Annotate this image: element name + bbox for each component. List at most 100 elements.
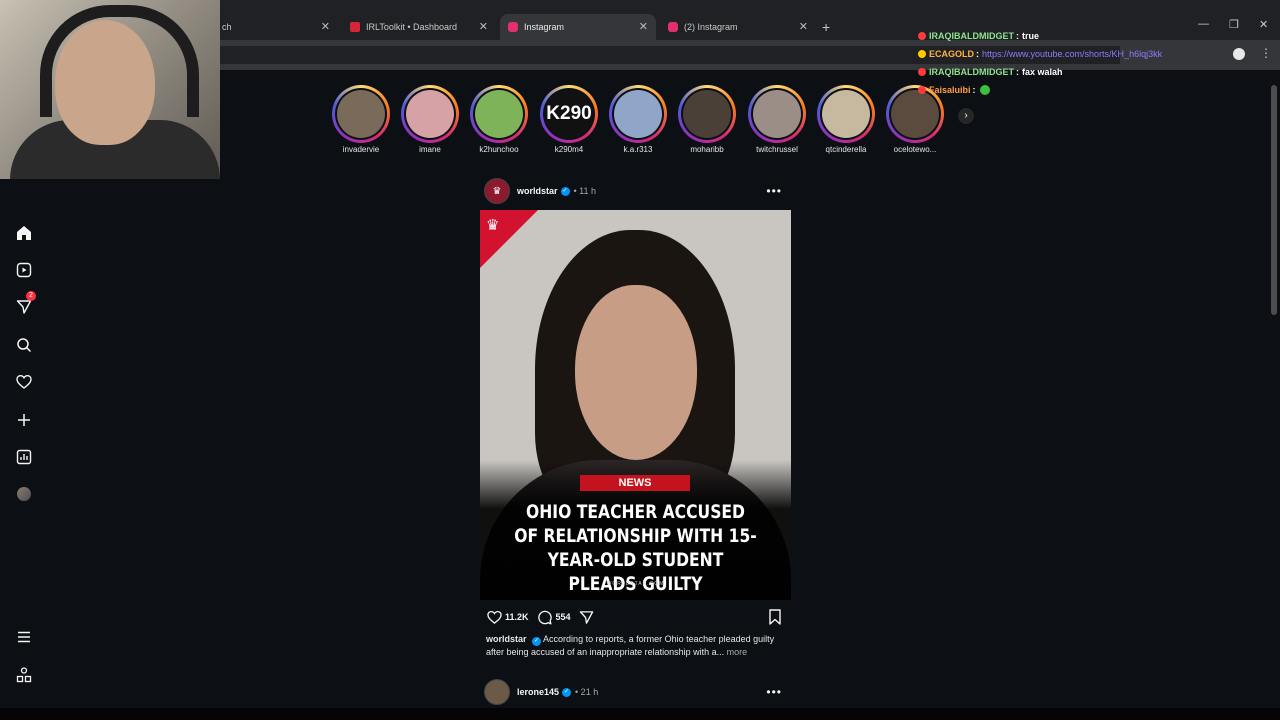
chat-line: IRAQIBALDMIDGET : true — [918, 27, 1268, 45]
story-username: invadervie — [342, 145, 380, 154]
post-username[interactable]: worldstar — [517, 186, 558, 196]
story-avatar: K290 — [545, 90, 593, 138]
post-time: • 11 h — [573, 186, 597, 196]
story-avatar — [683, 90, 731, 138]
send-icon[interactable]: 2 — [14, 291, 36, 317]
chat-sep: : — [1016, 31, 1019, 41]
story-item[interactable]: k.a.r313 — [607, 85, 669, 154]
news-tag: NEWS — [580, 475, 690, 491]
chat-message: fax walah — [1022, 67, 1063, 77]
close-icon[interactable]: ✕ — [321, 20, 330, 33]
search-icon[interactable] — [14, 335, 34, 355]
tab-instagram[interactable]: Instagram ✕ — [500, 14, 656, 40]
avatar[interactable]: ♛ — [484, 178, 510, 204]
more-link[interactable]: more — [727, 647, 748, 657]
chat-badge-icon — [918, 86, 926, 94]
instagram-favicon-icon — [508, 22, 518, 32]
chat-line: IRAQIBALDMIDGET : fax walah — [918, 63, 1268, 81]
tab-title: ch — [222, 22, 232, 32]
chat-emote-icon — [979, 85, 990, 95]
story-avatar — [822, 90, 870, 138]
chat-badge-icon — [918, 68, 926, 76]
story-avatar — [337, 90, 385, 138]
taskbar-edge — [0, 708, 1280, 720]
post-image[interactable]: ♛ NEWS OHIO TEACHER ACCUSED OF RELATIONS… — [480, 210, 791, 600]
post-caption: worldstar ✓ According to reports, a form… — [486, 633, 786, 658]
menu-icon[interactable] — [14, 627, 34, 647]
comment-count: 554 — [555, 612, 571, 622]
verified-badge-icon: ✓ — [560, 186, 570, 196]
heart-icon[interactable] — [14, 372, 34, 392]
story-item[interactable]: qtcinderella — [815, 85, 877, 154]
page-scrollbar[interactable] — [1270, 80, 1278, 710]
chat-link: https://www.youtube.com/shorts/KH_h6lqj3… — [982, 49, 1163, 59]
caption-username[interactable]: worldstar — [486, 634, 527, 644]
tab-irltoolkit[interactable]: IRLToolkit • Dashboard ✕ — [342, 14, 496, 40]
new-tab-button[interactable]: + — [822, 14, 838, 40]
headphones — [40, 5, 199, 117]
home-icon[interactable] — [14, 223, 34, 243]
apps-icon[interactable] — [14, 665, 34, 685]
verified-badge-icon: ✓ — [562, 687, 572, 697]
stories-next-button[interactable]: › — [958, 108, 974, 124]
chat-user: ECAGOLD — [929, 49, 974, 59]
story-username: k.a.r313 — [623, 145, 653, 154]
close-icon[interactable]: ✕ — [799, 20, 808, 33]
like-icon[interactable] — [486, 609, 502, 625]
story-avatar — [614, 90, 662, 138]
profile-avatar[interactable] — [14, 484, 34, 504]
avatar[interactable] — [484, 679, 510, 705]
more-options-icon[interactable]: ••• — [766, 685, 782, 699]
chat-user: IRAQIBALDMIDGET — [929, 67, 1014, 77]
story-username: ocelotewo... — [893, 145, 937, 154]
close-icon[interactable]: ✕ — [639, 20, 648, 33]
story-item[interactable]: k2hunchoo — [468, 85, 530, 154]
post-actions: 11.2K 554 — [486, 608, 786, 626]
plus-icon: + — [822, 19, 831, 35]
post-header: ♛ worldstar ✓ • 11 h ••• — [484, 178, 790, 204]
tab-twitch[interactable]: ch ✕ — [220, 14, 338, 40]
more-options-icon[interactable]: ••• — [766, 184, 782, 198]
story-item[interactable]: K290 k290m4 — [538, 85, 600, 154]
story-item[interactable]: moharibb — [676, 85, 738, 154]
story-username: k2hunchoo — [479, 145, 519, 154]
chat-user: Faisaluibi — [929, 85, 971, 95]
close-icon[interactable]: ✕ — [479, 20, 488, 33]
notification-badge: 2 — [26, 291, 36, 301]
chat-message: true — [1022, 31, 1040, 41]
story-avatar — [753, 90, 801, 138]
story-item[interactable]: twitchrussel — [746, 85, 808, 154]
story-username: k290m4 — [554, 145, 584, 154]
watermark: WORLDSTAR.COM — [606, 581, 665, 587]
story-item[interactable]: invadervie — [330, 85, 392, 154]
comment-icon[interactable] — [537, 609, 553, 625]
plus-icon[interactable] — [14, 410, 34, 430]
chat-badge-icon — [918, 50, 926, 58]
tab-title: IRLToolkit • Dashboard — [366, 22, 458, 32]
like-count: 11.2K — [505, 612, 529, 622]
crown-icon: ♛ — [486, 217, 500, 234]
post-time: • 21 h — [575, 687, 599, 697]
chat-badge-icon — [918, 32, 926, 40]
chat-line: Faisaluibi : — [918, 81, 1268, 99]
tab-instagram-2[interactable]: (2) Instagram ✕ — [660, 14, 816, 40]
webcam-overlay — [0, 0, 220, 179]
chat-line: ECAGOLD : https://www.youtube.com/shorts… — [918, 45, 1268, 63]
story-username: twitchrussel — [756, 145, 798, 154]
instagram-sidebar: 2 — [0, 215, 48, 720]
share-icon[interactable] — [579, 609, 595, 625]
chat-user: IRAQIBALDMIDGET — [929, 31, 1014, 41]
tab-title: Instagram — [524, 22, 565, 32]
verified-badge-icon: ✓ — [532, 637, 542, 646]
chat-sep: : — [972, 85, 976, 95]
reels-icon[interactable] — [14, 260, 34, 280]
scrollbar-thumb[interactable] — [1271, 85, 1277, 315]
post-username[interactable]: lerone145 — [517, 687, 559, 697]
chart-icon[interactable] — [14, 447, 34, 467]
story-item[interactable]: imane — [399, 85, 461, 154]
tab-title: (2) Instagram — [684, 22, 738, 32]
bookmark-icon[interactable] — [768, 609, 782, 630]
story-avatar — [475, 90, 523, 138]
story-username: qtcinderella — [825, 145, 867, 154]
chat-sep: : — [976, 49, 979, 59]
